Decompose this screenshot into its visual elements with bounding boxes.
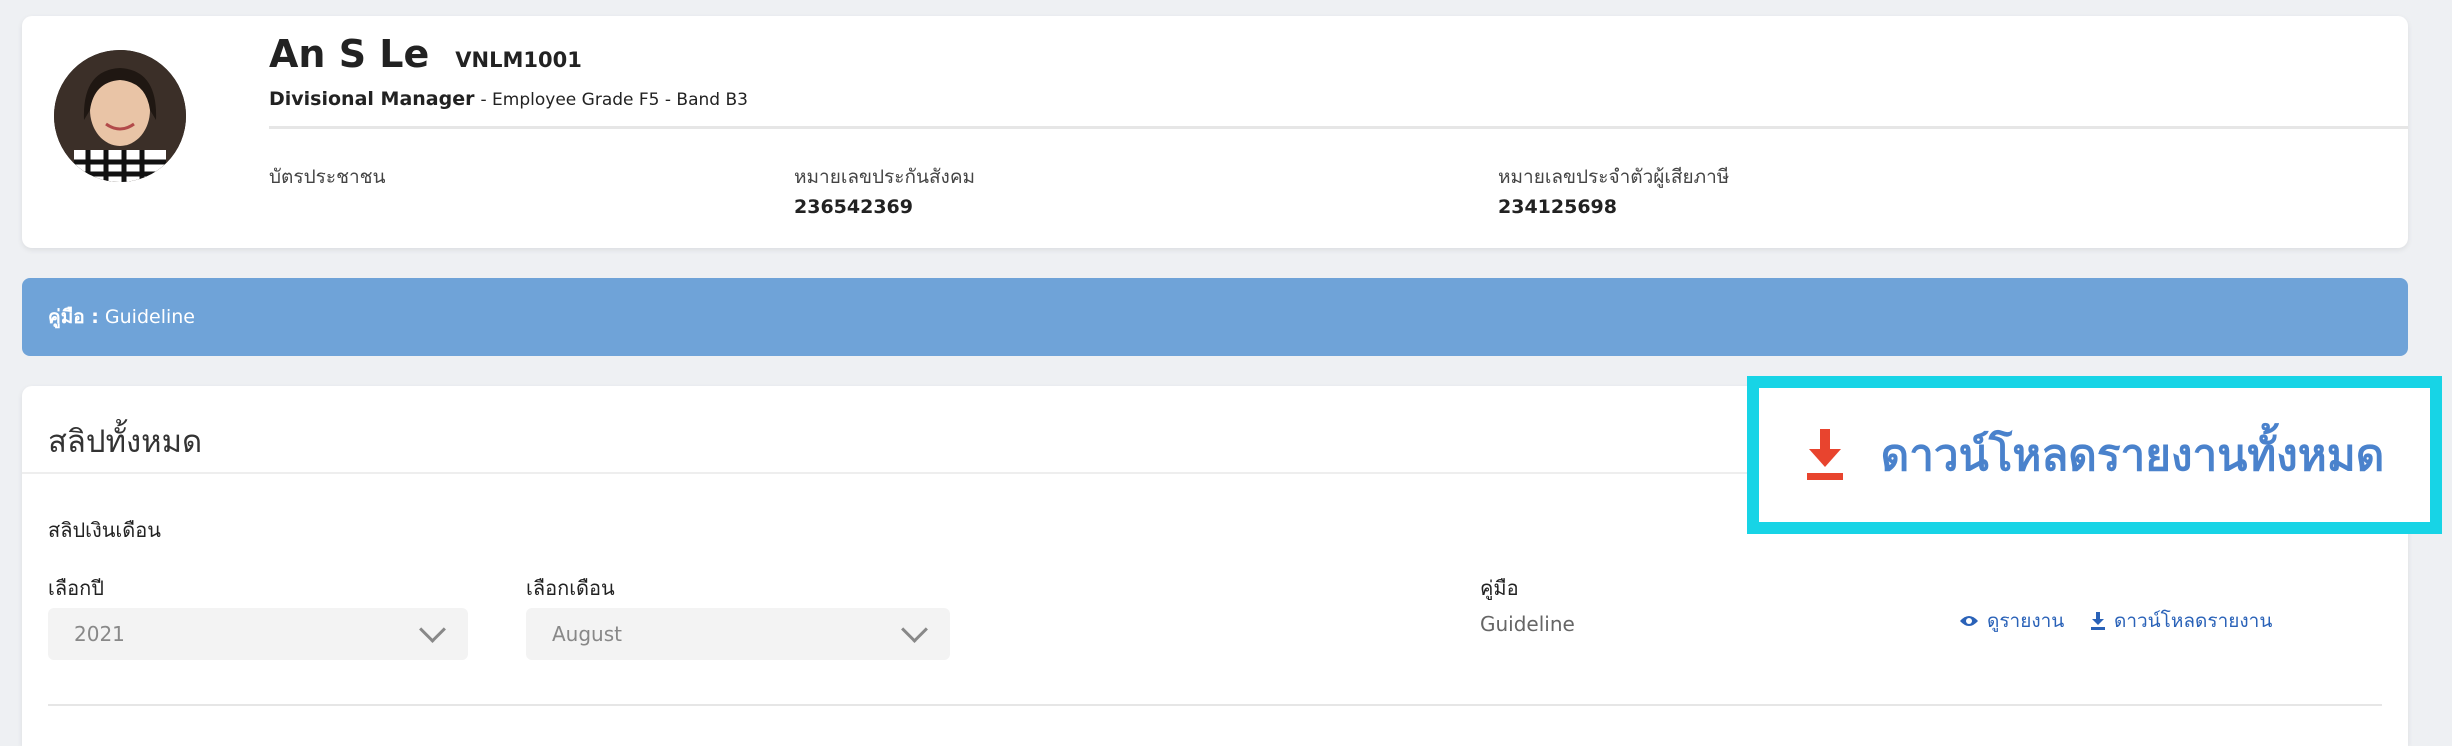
salary-slip-heading: สลิปเงินเดือน xyxy=(48,518,161,542)
job-title-row: Divisional Manager - Employee Grade F5 -… xyxy=(269,88,748,110)
name-row: An S Le VNLM1001 xyxy=(269,32,582,76)
guide-column-value[interactable]: Guideline xyxy=(1480,612,1575,636)
social-security-label: หมายเลขประกันสังคม xyxy=(794,166,976,188)
month-label: เลือกเดือน xyxy=(526,576,615,600)
view-report-label: ดูรายงาน xyxy=(1987,610,2065,632)
section-title: สลิปทั้งหมด xyxy=(48,424,203,460)
profile-divider xyxy=(269,126,2408,129)
year-select[interactable]: 2021 xyxy=(48,608,468,660)
month-select-value: August xyxy=(552,622,622,646)
download-icon xyxy=(1806,429,1843,480)
chevron-down-icon xyxy=(901,615,928,643)
month-select[interactable]: August xyxy=(526,608,950,660)
download-all-label: ดาวน์โหลดรายงานทั้งหมด xyxy=(1880,430,2385,481)
view-report-link[interactable]: ดูรายงาน xyxy=(1959,606,2064,636)
download-report-label: ดาวน์โหลดรายงาน xyxy=(2114,610,2273,632)
employee-name: An S Le xyxy=(269,32,430,76)
guideline-link[interactable]: Guideline xyxy=(105,306,195,328)
profile-card: An S Le VNLM1001 Divisional Manager - Em… xyxy=(22,16,2408,248)
row-divider xyxy=(48,704,2382,706)
download-icon xyxy=(2091,612,2105,630)
year-label: เลือกปี xyxy=(48,576,104,600)
download-report-link[interactable]: ดาวน์โหลดรายงาน xyxy=(2090,606,2272,636)
download-all-button[interactable]: ดาวน์โหลดรายงานทั้งหมด xyxy=(1747,376,2442,534)
job-grade-band: - Employee Grade F5 - Band B3 xyxy=(480,90,748,110)
guideline-bar: คู่มือ : Guideline xyxy=(22,278,2408,356)
social-security-value: 236542369 xyxy=(794,196,913,218)
employee-code: VNLM1001 xyxy=(455,48,582,72)
avatar xyxy=(54,50,186,182)
guideline-label: คู่มือ : xyxy=(48,306,99,328)
tax-id-value: 234125698 xyxy=(1498,196,1617,218)
guide-column-label: คู่มือ xyxy=(1480,576,1519,600)
chevron-down-icon xyxy=(419,615,446,643)
job-position: Divisional Manager xyxy=(269,88,475,110)
year-select-value: 2021 xyxy=(74,622,125,646)
tax-id-label: หมายเลขประจำตัวผู้เสียภาษี xyxy=(1498,166,1730,188)
id-card-label: บัตรประชาชน xyxy=(269,166,386,188)
eye-icon xyxy=(1960,616,1978,626)
avatar-photo xyxy=(54,50,186,182)
